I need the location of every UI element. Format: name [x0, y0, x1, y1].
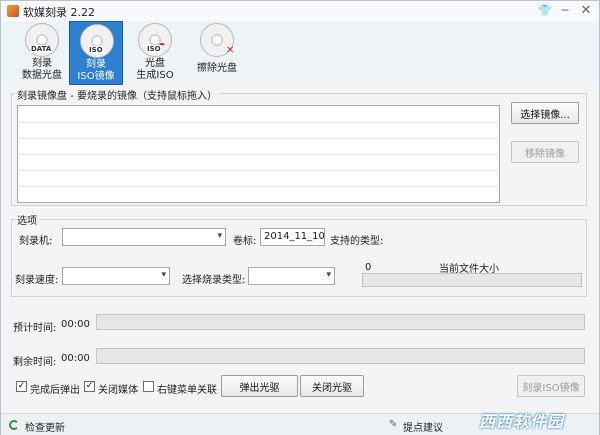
burn-type-label: 选择烧录类型:	[182, 275, 246, 286]
eject-after-checkbox[interactable]: ✓	[16, 381, 27, 392]
context-menu-checkbox[interactable]	[143, 381, 154, 392]
close-drive-button[interactable]: 关闭光驱	[300, 375, 364, 397]
tool-label: 光盘 生成ISO	[136, 58, 174, 81]
estimated-progress-bar	[96, 314, 585, 330]
eject-after-label: 完成后弹出	[30, 385, 80, 396]
app-window: 软媒刻录 2.22 👕 ─ ✕ DATA 刻录 数据光盘 ISO 刻录 ISO镜…	[0, 0, 600, 435]
tool-burn-iso-image[interactable]: ISO 刻录 ISO镜像	[69, 21, 123, 85]
status-bar: 检查更新 ✎ 提点建议 西西软件园	[1, 412, 599, 435]
close-icon[interactable]: ✕	[578, 3, 594, 19]
burn-type-select[interactable]: ▾	[248, 267, 335, 285]
context-menu-label: 右键菜单关联	[157, 385, 217, 396]
disc-tag: ISO	[146, 45, 162, 53]
file-size-value: 0	[365, 262, 372, 273]
window-title: 软媒刻录 2.22	[23, 6, 95, 19]
select-image-button[interactable]: 选择镜像...	[511, 102, 579, 124]
tool-label: 刻录 数据光盘	[22, 58, 62, 81]
close-media-checkbox[interactable]: ✓	[84, 381, 95, 392]
image-list[interactable]	[17, 105, 500, 203]
burner-label: 刻录机:	[19, 236, 53, 247]
speed-label: 刻录速度:	[15, 275, 59, 286]
refresh-icon	[9, 420, 19, 430]
title-bar: 软媒刻录 2.22 👕 ─ ✕	[1, 1, 599, 21]
burn-iso-button[interactable]: 刻录ISO镜像	[517, 375, 585, 397]
minimize-icon[interactable]: ─	[557, 3, 573, 19]
chevron-down-icon: ▾	[217, 231, 222, 241]
tool-burn-data-disc[interactable]: DATA 刻录 数据光盘	[15, 21, 69, 85]
remove-image-button[interactable]: 移除镜像	[511, 141, 579, 163]
estimated-time-value: 00:00	[61, 319, 90, 330]
disc-tag: ISO	[88, 46, 104, 54]
check-update-link[interactable]: 检查更新	[25, 419, 65, 434]
skin-icon[interactable]: 👕	[537, 3, 553, 19]
remaining-time-value: 00:00	[61, 353, 90, 364]
burner-select[interactable]: ▾	[62, 228, 226, 246]
tool-disc-to-iso[interactable]: ISO 光盘 生成ISO	[128, 21, 182, 85]
disc-tag: DATA	[30, 45, 53, 53]
options-legend: 选项	[15, 212, 39, 227]
volume-input[interactable]: 2014_11_10	[260, 228, 325, 246]
eject-drive-button[interactable]: 弹出光驱	[221, 375, 298, 397]
suggestion-link[interactable]: 提点建议	[403, 419, 443, 434]
remaining-time-label: 剩余时间:	[13, 357, 57, 368]
watermark: 西西软件园	[479, 412, 565, 431]
chevron-down-icon: ▾	[326, 270, 331, 280]
pencil-icon: ✎	[389, 419, 398, 430]
close-media-label: 关闭媒体	[98, 385, 138, 396]
app-icon	[7, 5, 19, 17]
file-size-bar	[362, 273, 582, 287]
erase-x-icon: ✕	[226, 45, 235, 56]
estimated-time-label: 预计时间:	[13, 323, 57, 334]
remaining-progress-bar	[96, 348, 585, 364]
tool-label: 刻录 ISO镜像	[77, 59, 115, 82]
chevron-down-icon: ▾	[161, 270, 166, 280]
tool-erase-disc[interactable]: ✕ 擦除光盘	[190, 21, 244, 85]
toolbar: DATA 刻录 数据光盘 ISO 刻录 ISO镜像 ISO 光盘 生成ISO ✕…	[1, 21, 599, 85]
supported-types-label: 支持的类型:	[330, 236, 384, 247]
volume-label: 卷标:	[233, 236, 257, 247]
speed-select[interactable]: ▾	[62, 267, 170, 285]
tool-label: 擦除光盘	[197, 63, 237, 74]
image-group-legend: 刻录镜像盘 - 要烧录的镜像（支持鼠标拖入）	[15, 87, 219, 102]
